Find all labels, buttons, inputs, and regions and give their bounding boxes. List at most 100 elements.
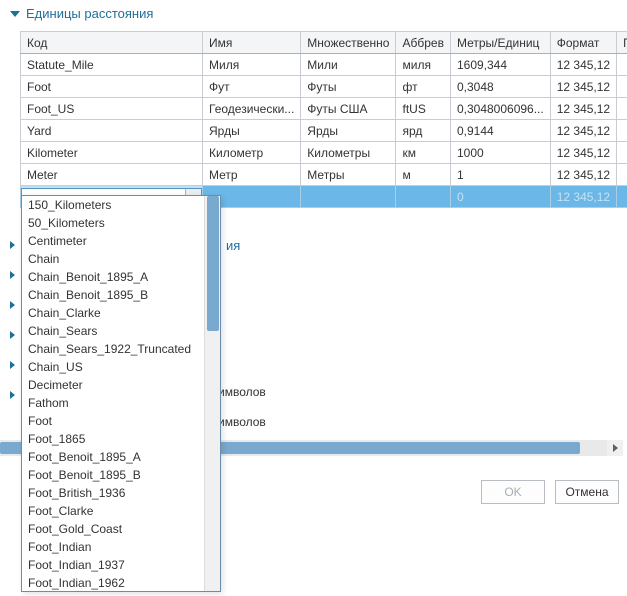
cell-code[interactable]: Statute_Mile	[21, 54, 203, 76]
cell-format[interactable]: 12 345,12	[550, 142, 616, 164]
dropdown-item[interactable]: Chain_Benoit_1895_A	[22, 268, 220, 286]
cell-format[interactable]: 12 345,12	[550, 186, 616, 208]
dropdown-item[interactable]: Chain	[22, 250, 220, 268]
collapsed-section-1-fragment: ия	[226, 238, 240, 253]
cell-plural[interactable]	[301, 186, 396, 208]
cell-plural[interactable]: Ярды	[301, 120, 396, 142]
cell-abbr[interactable]: миля	[396, 54, 450, 76]
dropdown-item[interactable]: Fathom	[22, 394, 220, 412]
col-header-abbr[interactable]: Аббрев	[396, 32, 450, 54]
col-header-format[interactable]: Формат	[550, 32, 616, 54]
cell-abbr[interactable]: км	[396, 142, 450, 164]
cell-meters[interactable]: 1609,344	[450, 54, 550, 76]
cell-format[interactable]: 12 345,12	[550, 76, 616, 98]
chevron-right-icon	[10, 241, 15, 249]
table-row[interactable]: Statute_MileМиляМилимиля1609,34412 345,1…	[21, 54, 627, 76]
cell-abbr[interactable]: ярд	[396, 120, 450, 142]
dropdown-item[interactable]: Foot_Indian_1962	[22, 574, 220, 591]
dropdown-item[interactable]: Foot_Benoit_1895_A	[22, 448, 220, 466]
cell-name[interactable]: Ярды	[203, 120, 301, 142]
cell-name[interactable]: Метр	[203, 164, 301, 186]
cell-default[interactable]	[617, 120, 627, 142]
table-row[interactable]: YardЯрдыЯрдыярд0,914412 345,12	[21, 120, 627, 142]
cell-format[interactable]: 12 345,12	[550, 54, 616, 76]
units-table: Код Имя Множественно Аббрев Метры/Единиц…	[20, 31, 627, 208]
table-row[interactable]: MeterМетрМетрым112 345,12	[21, 164, 627, 186]
cell-code[interactable]: Meter	[21, 164, 203, 186]
cell-default[interactable]	[617, 98, 627, 120]
dropdown-item[interactable]: Centimeter	[22, 232, 220, 250]
cell-meters[interactable]: 0,3048006096...	[450, 98, 550, 120]
dropdown-item[interactable]: 150_Kilometers	[22, 196, 220, 214]
cell-meters[interactable]: 0,3048	[450, 76, 550, 98]
cell-abbr[interactable]: ftUS	[396, 98, 450, 120]
number-format-label-fragment-2: имволов	[218, 415, 266, 429]
dropdown-item[interactable]: Decimeter	[22, 376, 220, 394]
cell-code[interactable]: Yard	[21, 120, 203, 142]
dropdown-item[interactable]: Foot_Clarke	[22, 502, 220, 520]
section-distance-units[interactable]: Единицы расстояния	[10, 6, 617, 21]
cell-meters[interactable]: 0,9144	[450, 120, 550, 142]
table-row[interactable]: FootФутФутыфт0,304812 345,12	[21, 76, 627, 98]
cell-code[interactable]: Foot_US	[21, 98, 203, 120]
cell-default[interactable]	[617, 76, 627, 98]
cell-plural[interactable]: Мили	[301, 54, 396, 76]
dropdown-item[interactable]: Chain_Benoit_1895_B	[22, 286, 220, 304]
cell-meters[interactable]: 1	[450, 164, 550, 186]
cell-name[interactable]: Миля	[203, 54, 301, 76]
cell-default[interactable]	[617, 186, 627, 208]
dropdown-item[interactable]: Foot_Indian	[22, 538, 220, 556]
section-title-text: Единицы расстояния	[26, 6, 153, 21]
code-dropdown: 150_Kilometers50_KilometersCentimeterCha…	[21, 195, 221, 592]
ok-button[interactable]: OK	[481, 480, 545, 504]
cell-format[interactable]: 12 345,12	[550, 120, 616, 142]
col-header-name[interactable]: Имя	[203, 32, 301, 54]
cell-code[interactable]: Foot	[21, 76, 203, 98]
dropdown-item[interactable]: Foot_British_1936	[22, 484, 220, 502]
cell-plural[interactable]: Футы	[301, 76, 396, 98]
chevron-right-icon	[10, 301, 15, 309]
cell-code[interactable]: Kilometer	[21, 142, 203, 164]
table-row[interactable]: KilometerКилометрКилометрыкм100012 345,1…	[21, 142, 627, 164]
col-header-plural[interactable]: Множественно	[301, 32, 396, 54]
cell-meters[interactable]: 0	[450, 186, 550, 208]
dropdown-scrollbar-thumb[interactable]	[207, 196, 219, 331]
cell-default[interactable]	[617, 164, 627, 186]
cell-default[interactable]	[617, 142, 627, 164]
scroll-right-icon[interactable]	[607, 440, 623, 456]
cell-format[interactable]: 12 345,12	[550, 164, 616, 186]
dropdown-item[interactable]: 50_Kilometers	[22, 214, 220, 232]
dropdown-item[interactable]: Foot_1865	[22, 430, 220, 448]
dropdown-item[interactable]: Chain_US	[22, 358, 220, 376]
cell-abbr[interactable]	[396, 186, 450, 208]
dropdown-item[interactable]: Foot	[22, 412, 220, 430]
dropdown-scrollbar[interactable]	[204, 196, 220, 591]
cell-name[interactable]: Километр	[203, 142, 301, 164]
cell-format[interactable]: 12 345,12	[550, 98, 616, 120]
dropdown-item[interactable]: Chain_Sears_1922_Truncated	[22, 340, 220, 358]
cell-name[interactable]: Геодезически...	[203, 98, 301, 120]
chevron-right-icon	[10, 361, 15, 369]
cell-abbr[interactable]: фт	[396, 76, 450, 98]
cell-meters[interactable]: 1000	[450, 142, 550, 164]
col-header-default[interactable]: По умолчанию	[617, 32, 627, 54]
cell-name[interactable]: Фут	[203, 76, 301, 98]
cell-abbr[interactable]: м	[396, 164, 450, 186]
cell-plural[interactable]: Метры	[301, 164, 396, 186]
col-header-meters[interactable]: Метры/Единиц	[450, 32, 550, 54]
dropdown-item[interactable]: Foot_Indian_1937	[22, 556, 220, 574]
chevron-right-icon	[10, 391, 15, 399]
cell-plural[interactable]: Километры	[301, 142, 396, 164]
dropdown-item[interactable]: Foot_Gold_Coast	[22, 520, 220, 538]
number-format-label-fragment-1: имволов	[218, 385, 266, 399]
dropdown-item[interactable]: Chain_Clarke	[22, 304, 220, 322]
chevron-right-icon	[10, 271, 15, 279]
cell-default[interactable]	[617, 54, 627, 76]
cancel-button[interactable]: Отмена	[555, 480, 619, 504]
chevron-right-icon	[10, 331, 15, 339]
cell-plural[interactable]: Футы США	[301, 98, 396, 120]
col-header-code[interactable]: Код	[21, 32, 203, 54]
dropdown-item[interactable]: Foot_Benoit_1895_B	[22, 466, 220, 484]
dropdown-item[interactable]: Chain_Sears	[22, 322, 220, 340]
table-row[interactable]: Foot_USГеодезически...Футы СШАftUS0,3048…	[21, 98, 627, 120]
